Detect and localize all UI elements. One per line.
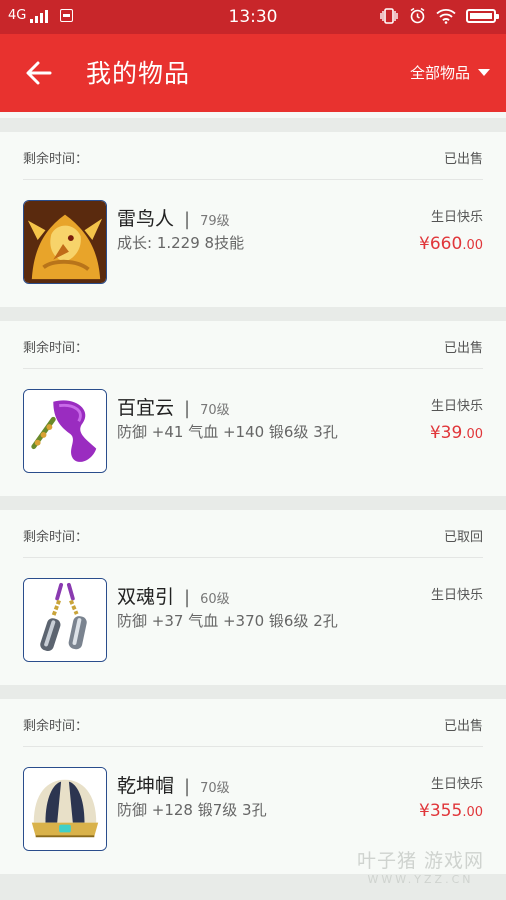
status-badge: 已出售 bbox=[443, 152, 483, 167]
price-cents: .00 bbox=[462, 427, 483, 442]
divider: | bbox=[184, 587, 191, 608]
item-card[interactable]: 剩余时间： 已出售 雷鸟人 | 79级 成长: 1.229 8技能 生日快乐 ¥… bbox=[0, 132, 506, 307]
card-header: 剩余时间： 已出售 bbox=[23, 699, 483, 747]
item-description: 防御 +37 气血 +370 锻6级 2孔 bbox=[117, 612, 338, 630]
filter-dropdown[interactable]: 全部物品 bbox=[410, 62, 490, 83]
item-price: ¥355.00 bbox=[419, 801, 483, 821]
item-name: 乾坤帽 bbox=[117, 775, 175, 797]
watermark: 叶子猪 游戏网 WWW.YZZ.CN bbox=[357, 846, 484, 886]
filter-label: 全部物品 bbox=[409, 64, 470, 82]
watermark-main: 叶子猪 游戏网 bbox=[356, 850, 484, 872]
list-top-spacer bbox=[0, 112, 506, 132]
item-description: 防御 +128 锻7级 3孔 bbox=[117, 801, 267, 819]
item-name: 雷鸟人 bbox=[117, 208, 175, 230]
item-description: 成长: 1.229 8技能 bbox=[117, 234, 245, 252]
item-title-row: 乾坤帽 | 70级 bbox=[117, 771, 230, 798]
remaining-time-label: 剩余时间： bbox=[23, 530, 89, 545]
seller-name: 生日快乐 bbox=[430, 399, 483, 414]
thunderbird-icon bbox=[23, 200, 107, 284]
item-list: 剩余时间： 已出售 雷鸟人 | 79级 成长: 1.229 8技能 生日快乐 ¥… bbox=[0, 112, 506, 888]
price-cents: .00 bbox=[462, 805, 483, 820]
price-main: ¥355 bbox=[419, 801, 463, 821]
status-badge: 已出售 bbox=[443, 719, 483, 734]
app-bar: 我的物品 全部物品 bbox=[0, 34, 506, 112]
item-price: ¥39.00 bbox=[430, 423, 483, 443]
page-title: 我的物品 bbox=[86, 59, 191, 88]
status-bar: 4G 13:30 bbox=[0, 0, 506, 34]
card-header: 剩余时间： 已出售 bbox=[23, 321, 483, 369]
item-name: 百宜云 bbox=[117, 397, 175, 419]
item-title-row: 百宜云 | 70级 bbox=[117, 393, 230, 420]
item-level: 60级 bbox=[200, 592, 230, 607]
card-header: 剩余时间： 已取回 bbox=[23, 510, 483, 558]
watermark-sub: WWW.YZZ.CN bbox=[367, 873, 474, 886]
wifi-icon bbox=[436, 8, 456, 24]
card-header: 剩余时间： 已出售 bbox=[23, 132, 483, 180]
remaining-time-label: 剩余时间： bbox=[23, 341, 89, 356]
helmet-icon bbox=[23, 767, 107, 851]
item-level: 79级 bbox=[200, 214, 230, 229]
price-main: ¥39 bbox=[429, 423, 463, 443]
item-description: 防御 +41 气血 +140 锻6级 3孔 bbox=[117, 423, 338, 441]
item-title-row: 雷鸟人 | 79级 bbox=[117, 204, 230, 231]
divider: | bbox=[184, 398, 191, 419]
vibrate-icon bbox=[380, 7, 398, 24]
item-card[interactable]: 剩余时间： 已取回 双魂引 | 60级 防御 +37 气血 +370 锻6级 2… bbox=[0, 510, 506, 685]
divider: | bbox=[184, 776, 191, 797]
twin-pendant-icon bbox=[23, 578, 107, 662]
chevron-down-icon bbox=[478, 69, 490, 76]
item-name: 双魂引 bbox=[117, 586, 175, 608]
status-right bbox=[379, 7, 499, 24]
price-cents: .00 bbox=[462, 238, 483, 253]
divider: | bbox=[184, 209, 191, 230]
item-card[interactable]: 剩余时间： 已出售 百宜云 | 70级 防御 +41 气血 +140 锻6级 3… bbox=[0, 321, 506, 496]
ribbon-ornament-icon bbox=[23, 389, 107, 473]
remaining-time-label: 剩余时间： bbox=[23, 152, 89, 167]
item-level: 70级 bbox=[200, 403, 230, 418]
seller-name: 生日快乐 bbox=[430, 210, 483, 225]
seller-name: 生日快乐 bbox=[430, 777, 483, 792]
remaining-time-label: 剩余时间： bbox=[23, 719, 89, 734]
alarm-icon bbox=[410, 7, 425, 24]
item-price: ¥660.00 bbox=[419, 234, 483, 254]
seller-name: 生日快乐 bbox=[430, 588, 483, 603]
back-arrow-icon[interactable] bbox=[24, 58, 54, 88]
item-level: 70级 bbox=[200, 781, 230, 796]
price-main: ¥660 bbox=[419, 234, 463, 254]
status-badge: 已出售 bbox=[443, 341, 483, 356]
status-badge: 已取回 bbox=[443, 530, 483, 545]
battery-icon bbox=[466, 8, 499, 23]
item-title-row: 双魂引 | 60级 bbox=[117, 582, 230, 609]
